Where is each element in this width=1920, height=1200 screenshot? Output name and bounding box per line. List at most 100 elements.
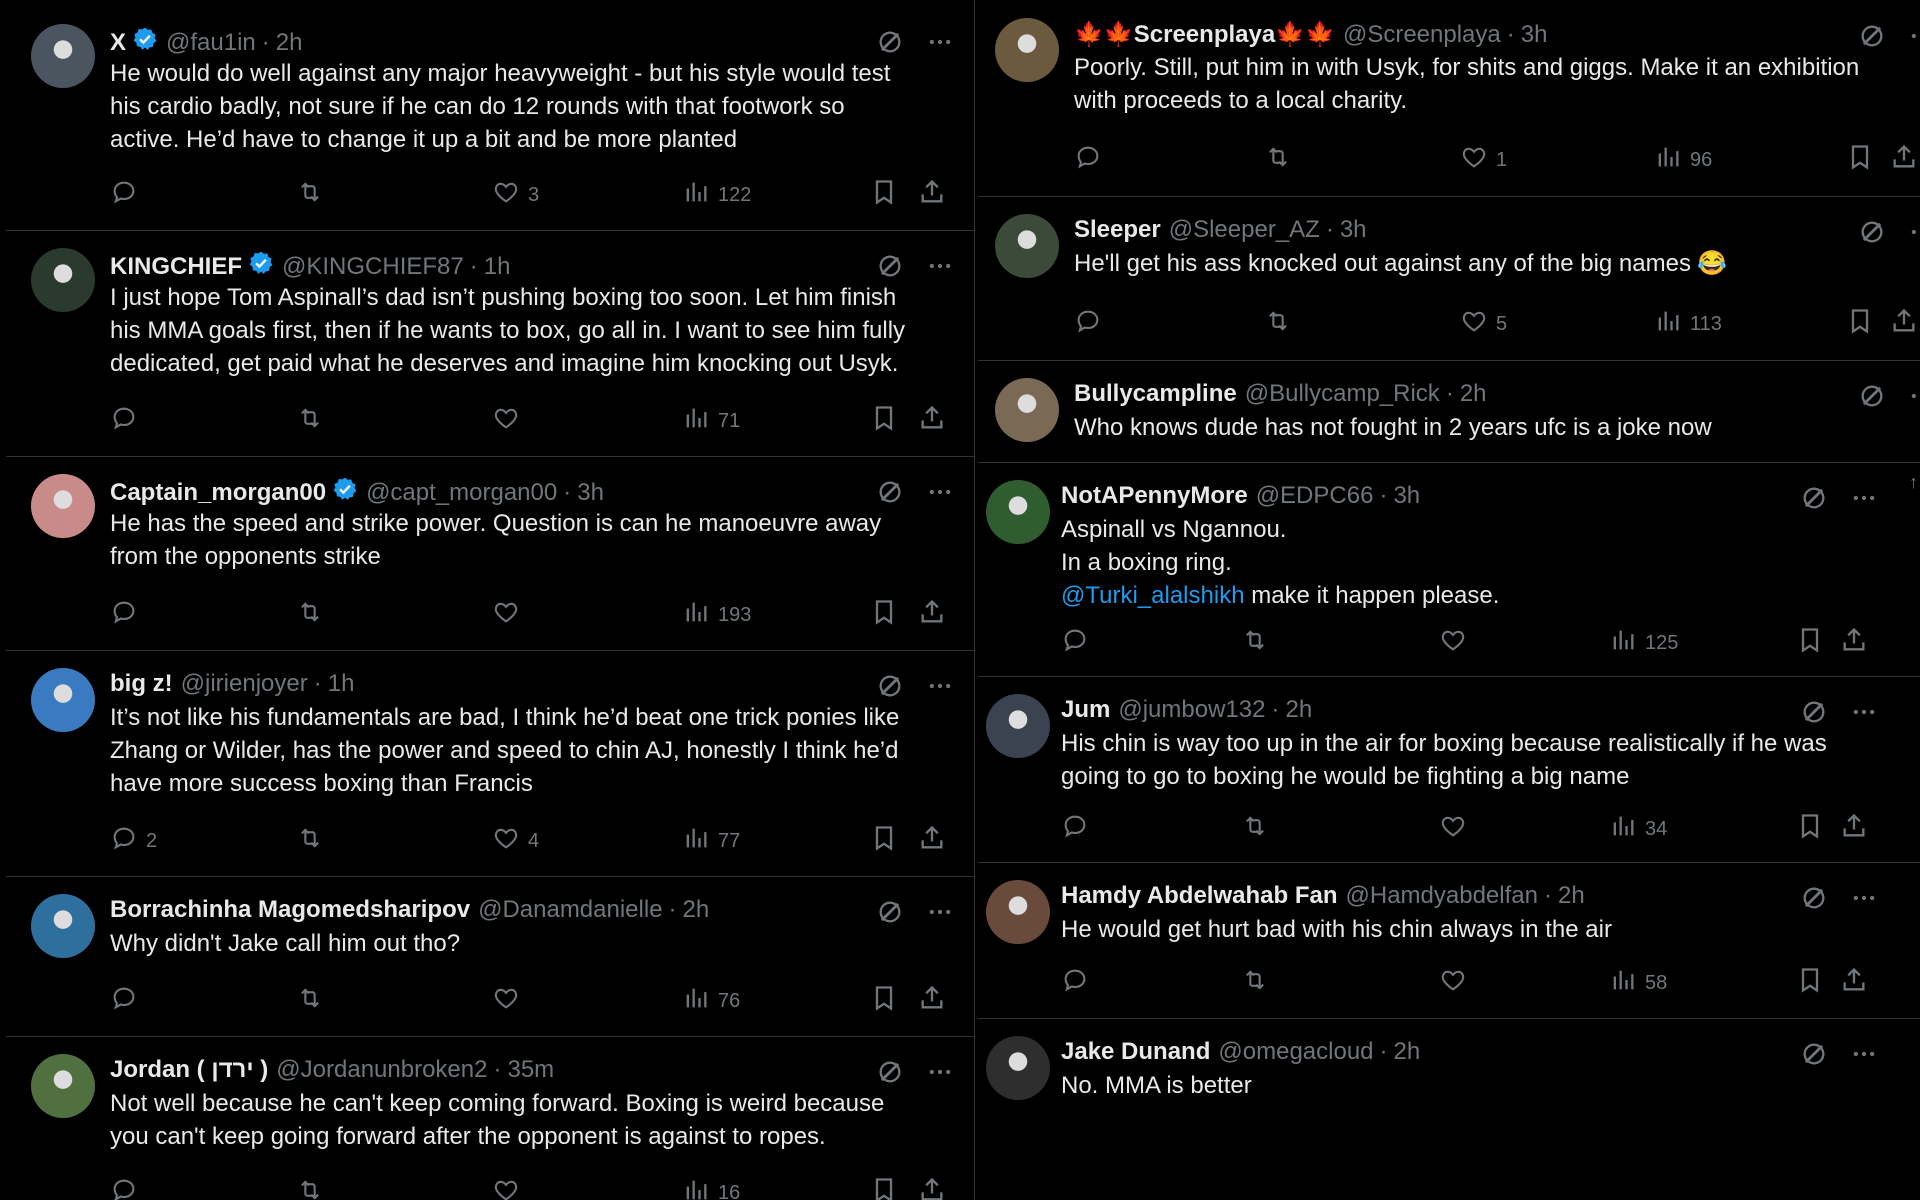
timestamp[interactable]: 2h — [1285, 696, 1312, 724]
timestamp[interactable]: 3h — [577, 479, 604, 507]
timestamp[interactable]: 2h — [1460, 380, 1487, 408]
avatar[interactable] — [986, 480, 1050, 544]
retweet-button[interactable] — [1241, 626, 1269, 660]
views-button[interactable]: 71 — [682, 404, 740, 438]
avatar[interactable] — [986, 1036, 1050, 1100]
display-name[interactable]: big z! — [110, 670, 173, 698]
bookmark-button[interactable] — [870, 824, 898, 858]
timestamp[interactable]: 2h — [683, 896, 710, 924]
avatar[interactable] — [31, 24, 95, 88]
share-button[interactable] — [918, 984, 946, 1018]
display-name[interactable]: Sleeper — [1074, 216, 1161, 244]
bookmark-button[interactable] — [870, 598, 898, 632]
reply-tweet[interactable]: Jordan ( ירדן ) @Jordanunbroken2 · 35m Not w… — [6, 1036, 974, 1200]
views-button[interactable]: 77 — [682, 824, 740, 858]
reply-button[interactable] — [110, 598, 146, 632]
share-button[interactable] — [918, 824, 946, 858]
reply-button[interactable] — [1074, 143, 1110, 177]
mention-link[interactable]: @Turki_alalshikh — [1061, 582, 1245, 609]
reply-tweet[interactable]: Borrachinha Magomedsharipov @Danamdaniell… — [6, 876, 974, 1037]
more-icon[interactable] — [926, 478, 954, 511]
grok-icon[interactable] — [1858, 382, 1886, 415]
views-button[interactable]: 125 — [1609, 626, 1678, 660]
bookmark-button[interactable] — [1846, 143, 1874, 177]
like-button[interactable]: 5 — [1460, 307, 1507, 341]
reply-tweet[interactable]: Captain_morgan00 @capt_morgan00 · 3h He has … — [6, 456, 974, 651]
reply-button[interactable]: 2 — [110, 824, 157, 858]
bookmark-button[interactable] — [870, 1176, 898, 1200]
reply-button[interactable] — [110, 404, 146, 438]
avatar[interactable] — [995, 18, 1059, 82]
more-icon[interactable] — [926, 898, 954, 931]
more-icon[interactable] — [926, 672, 954, 705]
display-name[interactable]: Hamdy Abdelwahab Fan — [1061, 882, 1338, 910]
reply-tweet[interactable]: big z! @jirienjoyer · 1h It’s not like his f… — [6, 650, 974, 877]
timestamp[interactable]: 3h — [1393, 482, 1420, 510]
avatar[interactable] — [986, 880, 1050, 944]
grok-icon[interactable] — [1858, 218, 1886, 251]
retweet-button[interactable] — [296, 404, 324, 438]
grok-icon[interactable] — [876, 898, 904, 931]
more-icon[interactable] — [1850, 698, 1878, 731]
like-button[interactable]: 1 — [1460, 143, 1507, 177]
display-name[interactable]: Borrachinha Magomedsharipov — [110, 896, 470, 924]
bookmark-button[interactable] — [870, 404, 898, 438]
bookmark-button[interactable] — [1796, 812, 1824, 846]
avatar[interactable] — [31, 894, 95, 958]
like-button[interactable] — [492, 598, 528, 632]
retweet-button[interactable] — [296, 1176, 324, 1200]
display-name[interactable]: 🍁🍁Screenplaya🍁🍁 — [1074, 20, 1335, 49]
avatar[interactable] — [995, 214, 1059, 278]
timestamp[interactable]: 2h — [276, 29, 303, 57]
more-icon[interactable] — [926, 252, 954, 285]
display-name[interactable]: NotAPennyMore — [1061, 482, 1248, 510]
scroll-up-arrow-icon[interactable]: ↑ — [1909, 472, 1918, 493]
views-button[interactable]: 76 — [682, 984, 740, 1018]
like-button[interactable] — [492, 984, 528, 1018]
timestamp[interactable]: 3h — [1340, 216, 1367, 244]
avatar[interactable] — [995, 378, 1059, 442]
retweet-button[interactable] — [296, 598, 324, 632]
user-handle[interactable]: @Screenplaya — [1343, 21, 1501, 49]
grok-icon[interactable] — [1800, 484, 1828, 517]
reply-button[interactable] — [1061, 626, 1097, 660]
share-button[interactable] — [918, 404, 946, 438]
more-icon[interactable] — [1850, 1040, 1878, 1073]
user-handle[interactable]: @Danamdanielle — [478, 896, 662, 924]
display-name[interactable]: Jake Dunand — [1061, 1038, 1210, 1066]
share-button[interactable] — [1840, 626, 1868, 660]
reply-tweet[interactable]: 🍁🍁Screenplaya🍁🍁 @Screenplaya · 3h Poorly. St… — [978, 0, 1920, 197]
user-handle[interactable]: @EDPC66 — [1256, 482, 1374, 510]
timestamp[interactable]: 1h — [328, 670, 355, 698]
share-button[interactable] — [918, 1176, 946, 1200]
timestamp[interactable]: 35m — [507, 1056, 554, 1084]
user-handle[interactable]: @fau1in — [166, 29, 256, 57]
like-button[interactable]: 4 — [492, 824, 539, 858]
views-button[interactable]: 16 — [682, 1176, 740, 1200]
user-handle[interactable]: @Hamdyabdelfan — [1346, 882, 1538, 910]
avatar[interactable] — [31, 668, 95, 732]
reply-button[interactable] — [1061, 966, 1097, 1000]
retweet-button[interactable] — [1264, 307, 1292, 341]
reply-tweet[interactable]: KINGCHIEF @KINGCHIEF87 · 1h I just hope Tom … — [6, 230, 974, 457]
user-handle[interactable]: @Jordanunbroken2 — [276, 1056, 487, 1084]
user-handle[interactable]: @jirienjoyer — [181, 670, 308, 698]
retweet-button[interactable] — [1241, 966, 1269, 1000]
bookmark-button[interactable] — [870, 984, 898, 1018]
retweet-button[interactable] — [1241, 812, 1269, 846]
display-name[interactable]: X — [110, 29, 126, 57]
like-button[interactable] — [492, 1176, 528, 1200]
bookmark-button[interactable] — [1796, 626, 1824, 660]
user-handle[interactable]: @capt_morgan00 — [366, 479, 557, 507]
timestamp[interactable]: 1h — [484, 253, 511, 281]
like-button[interactable] — [1439, 812, 1475, 846]
reply-button[interactable] — [110, 178, 146, 212]
views-button[interactable]: 34 — [1609, 812, 1667, 846]
retweet-button[interactable] — [296, 178, 324, 212]
user-handle[interactable]: @jumbow132 — [1118, 696, 1265, 724]
like-button[interactable]: 3 — [492, 178, 539, 212]
share-button[interactable] — [1890, 143, 1918, 177]
user-handle[interactable]: @Bullycamp_Rick — [1245, 380, 1440, 408]
views-button[interactable]: 193 — [682, 598, 751, 632]
grok-icon[interactable] — [1800, 1040, 1828, 1073]
